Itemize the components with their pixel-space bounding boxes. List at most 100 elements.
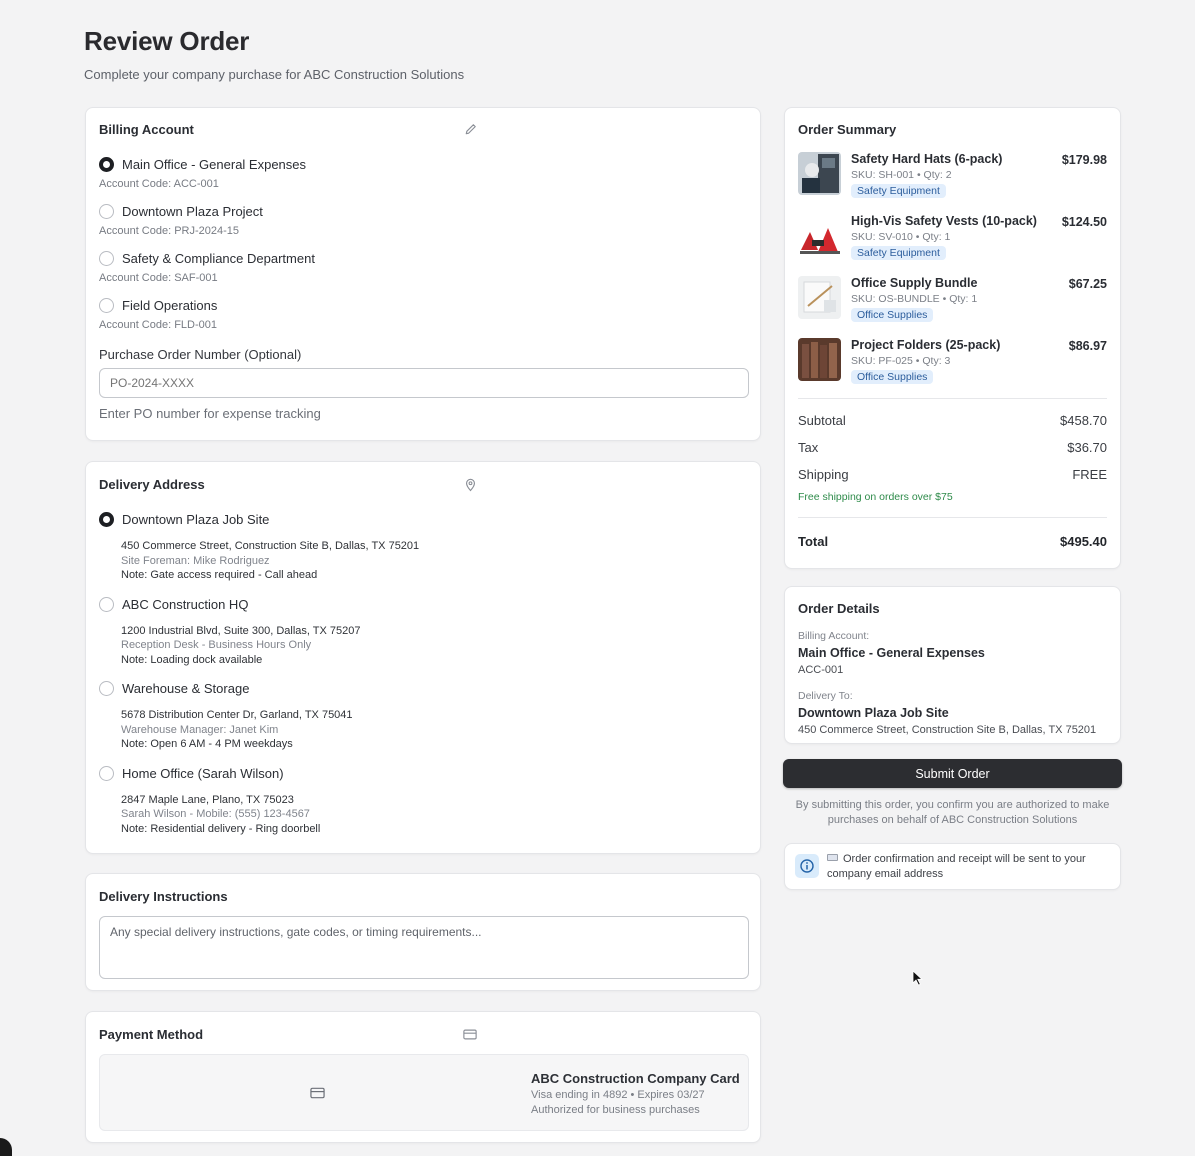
delivery-contact: Warehouse Manager: Janet Kim xyxy=(121,723,279,736)
delivery-option-label: Home Office (Sarah Wilson) xyxy=(122,765,284,781)
account-code: Account Code: PRJ-2024-15 xyxy=(99,225,240,237)
category-badge: Office Supplies xyxy=(851,370,934,384)
tax-row: Tax $36.70 xyxy=(798,440,1107,455)
billing-option-label: Downtown Plaza Project xyxy=(122,204,263,219)
category-badge: Safety Equipment xyxy=(851,184,946,198)
order-summary-title: Order Summary xyxy=(798,122,897,137)
order-details-card: Order Details Billing Account: Main Offi… xyxy=(784,586,1121,744)
delivery-option-abc-hq[interactable]: ABC Construction HQ 1200 Industrial Blvd… xyxy=(99,596,747,668)
subtotal-value: $458.70 xyxy=(1060,413,1107,428)
summary-divider xyxy=(798,398,1107,399)
payment-card-note: Authorized for business purchases xyxy=(531,1103,700,1116)
submit-order-button[interactable]: Submit Order xyxy=(783,759,1122,788)
delivery-radio-home-office[interactable] xyxy=(99,765,114,781)
details-billing-code: ACC-001 xyxy=(798,664,844,676)
shipping-value: FREE xyxy=(1072,467,1107,482)
delivery-option-home-office[interactable]: Home Office (Sarah Wilson) 2847 Maple La… xyxy=(99,765,747,837)
delivery-contact: Sarah Wilson - Mobile: (555) 123-4567 xyxy=(121,808,310,820)
delivery-note: Note: Gate access required - Call ahead xyxy=(121,569,318,581)
credit-card-icon xyxy=(310,1086,326,1100)
item-sku: SKU: OS-BUNDLE • Qty: 1 xyxy=(851,293,978,305)
summary-divider xyxy=(798,517,1107,518)
billing-radio-downtown-plaza[interactable] xyxy=(99,204,114,219)
po-number-help: Enter PO number for expense tracking xyxy=(99,406,321,421)
item-sku: SKU: SH-001 • Qty: 2 xyxy=(851,169,952,181)
item-price: $179.98 xyxy=(1061,153,1107,167)
map-pin-icon xyxy=(463,478,477,492)
delivery-address-card: Delivery Address Downtown Plaza Job Site… xyxy=(85,461,761,854)
pencil-icon[interactable] xyxy=(463,123,477,137)
summary-item: Office Supply Bundle SKU: OS-BUNDLE • Qt… xyxy=(798,276,1107,326)
notice-message: Order confirmation and receipt will be s… xyxy=(827,853,1086,880)
product-thumbnail xyxy=(798,214,841,257)
free-shipping-note: Free shipping on orders over $75 xyxy=(798,491,953,503)
delivery-address-line: 5678 Distribution Center Dr, Garland, TX… xyxy=(121,709,353,721)
delivery-note: Note: Loading dock available xyxy=(121,653,263,666)
delivery-instructions-card: Delivery Instructions xyxy=(85,873,761,991)
billing-option-field-operations[interactable]: Field Operations Account Code: FLD-001 xyxy=(99,298,747,331)
tax-value: $36.70 xyxy=(1067,440,1107,455)
delivery-contact: Site Foreman: Mike Rodriguez xyxy=(121,554,270,567)
billing-radio-field-operations[interactable] xyxy=(99,298,114,313)
mail-icon xyxy=(827,854,838,861)
delivery-radio-downtown-plaza[interactable] xyxy=(99,512,114,527)
delivery-option-label: Warehouse & Storage xyxy=(122,681,250,696)
billing-option-safety-compliance[interactable]: Safety & Compliance Department Account C… xyxy=(99,251,747,284)
billing-account-title: Billing Account xyxy=(99,122,194,137)
payment-method-title: Payment Method xyxy=(99,1027,204,1042)
details-delivery-label: Delivery To: xyxy=(798,690,853,702)
delivery-address-line: 450 Commerce Street, Construction Site B… xyxy=(121,540,420,552)
page-header: Review Order Complete your company purch… xyxy=(84,26,464,82)
info-icon xyxy=(795,854,819,878)
summary-item: High-Vis Safety Vests (10-pack) SKU: SV-… xyxy=(798,214,1107,264)
account-code: Account Code: ACC-001 xyxy=(99,178,219,190)
summary-item: Project Folders (25-pack) SKU: PF-025 • … xyxy=(798,338,1107,388)
order-details-title: Order Details xyxy=(798,601,880,616)
delivery-contact: Reception Desk - Business Hours Only xyxy=(121,639,312,651)
billing-option-label: Safety & Compliance Department xyxy=(122,251,315,266)
delivery-option-warehouse[interactable]: Warehouse & Storage 5678 Distribution Ce… xyxy=(99,681,747,752)
delivery-address-line: 1200 Industrial Blvd, Suite 300, Dallas,… xyxy=(121,624,361,637)
delivery-option-label: ABC Construction HQ xyxy=(122,596,249,612)
details-delivery-address: 450 Commerce Street, Construction Site B… xyxy=(798,724,1097,736)
account-code: Account Code: SAF-001 xyxy=(99,272,218,284)
item-price: $124.50 xyxy=(1061,215,1107,229)
credit-card-icon xyxy=(463,1028,477,1042)
billing-option-main-office[interactable]: Main Office - General Expenses Account C… xyxy=(99,157,747,190)
total-row: Total $495.40 xyxy=(798,534,1107,549)
delivery-note: Note: Residential delivery - Ring doorbe… xyxy=(121,822,321,835)
delivery-address-title: Delivery Address xyxy=(99,477,205,492)
shipping-row: Shipping FREE xyxy=(798,467,1107,482)
shipping-label: Shipping xyxy=(798,467,849,482)
item-price: $67.25 xyxy=(1068,277,1107,291)
delivery-option-downtown-plaza[interactable]: Downtown Plaza Job Site 450 Commerce Str… xyxy=(99,512,747,583)
payment-card-detail: Visa ending in 4892 • Expires 03/27 xyxy=(531,1089,705,1101)
delivery-instructions-title: Delivery Instructions xyxy=(99,889,228,904)
payment-card-option[interactable]: ABC Construction Company Card Visa endin… xyxy=(99,1054,749,1131)
delivery-instructions-input[interactable] xyxy=(99,916,749,979)
payment-card-name: ABC Construction Company Card xyxy=(531,1071,740,1086)
billing-option-downtown-plaza[interactable]: Downtown Plaza Project Account Code: PRJ… xyxy=(99,204,747,237)
billing-radio-main-office[interactable] xyxy=(99,157,114,172)
billing-radio-safety-compliance[interactable] xyxy=(99,251,114,266)
authorization-note: By submitting this order, you confirm yo… xyxy=(795,799,1110,826)
subtotal-row: Subtotal $458.70 xyxy=(798,413,1107,428)
po-number-input[interactable] xyxy=(99,368,749,398)
email-notice: Order confirmation and receipt will be s… xyxy=(784,843,1121,890)
notice-text: Order confirmation and receipt will be s… xyxy=(827,852,1110,881)
summary-item: Safety Hard Hats (6-pack) SKU: SH-001 • … xyxy=(798,152,1107,202)
total-value: $495.40 xyxy=(1060,534,1107,549)
delivery-address-line: 2847 Maple Lane, Plano, TX 75023 xyxy=(121,793,294,806)
total-label: Total xyxy=(798,534,829,549)
delivery-note: Note: Open 6 AM - 4 PM weekdays xyxy=(121,738,293,750)
po-number-label: Purchase Order Number (Optional) xyxy=(99,347,302,362)
account-code: Account Code: FLD-001 xyxy=(99,319,218,331)
delivery-radio-abc-hq[interactable] xyxy=(99,596,114,612)
payment-method-card: Payment Method ABC Construction Company … xyxy=(85,1011,761,1143)
category-badge: Safety Equipment xyxy=(851,246,946,260)
subtotal-label: Subtotal xyxy=(798,413,846,428)
delivery-radio-warehouse[interactable] xyxy=(99,681,114,696)
tax-label: Tax xyxy=(798,440,819,455)
product-thumbnail xyxy=(798,338,841,381)
details-billing-value: Main Office - General Expenses xyxy=(798,646,985,660)
